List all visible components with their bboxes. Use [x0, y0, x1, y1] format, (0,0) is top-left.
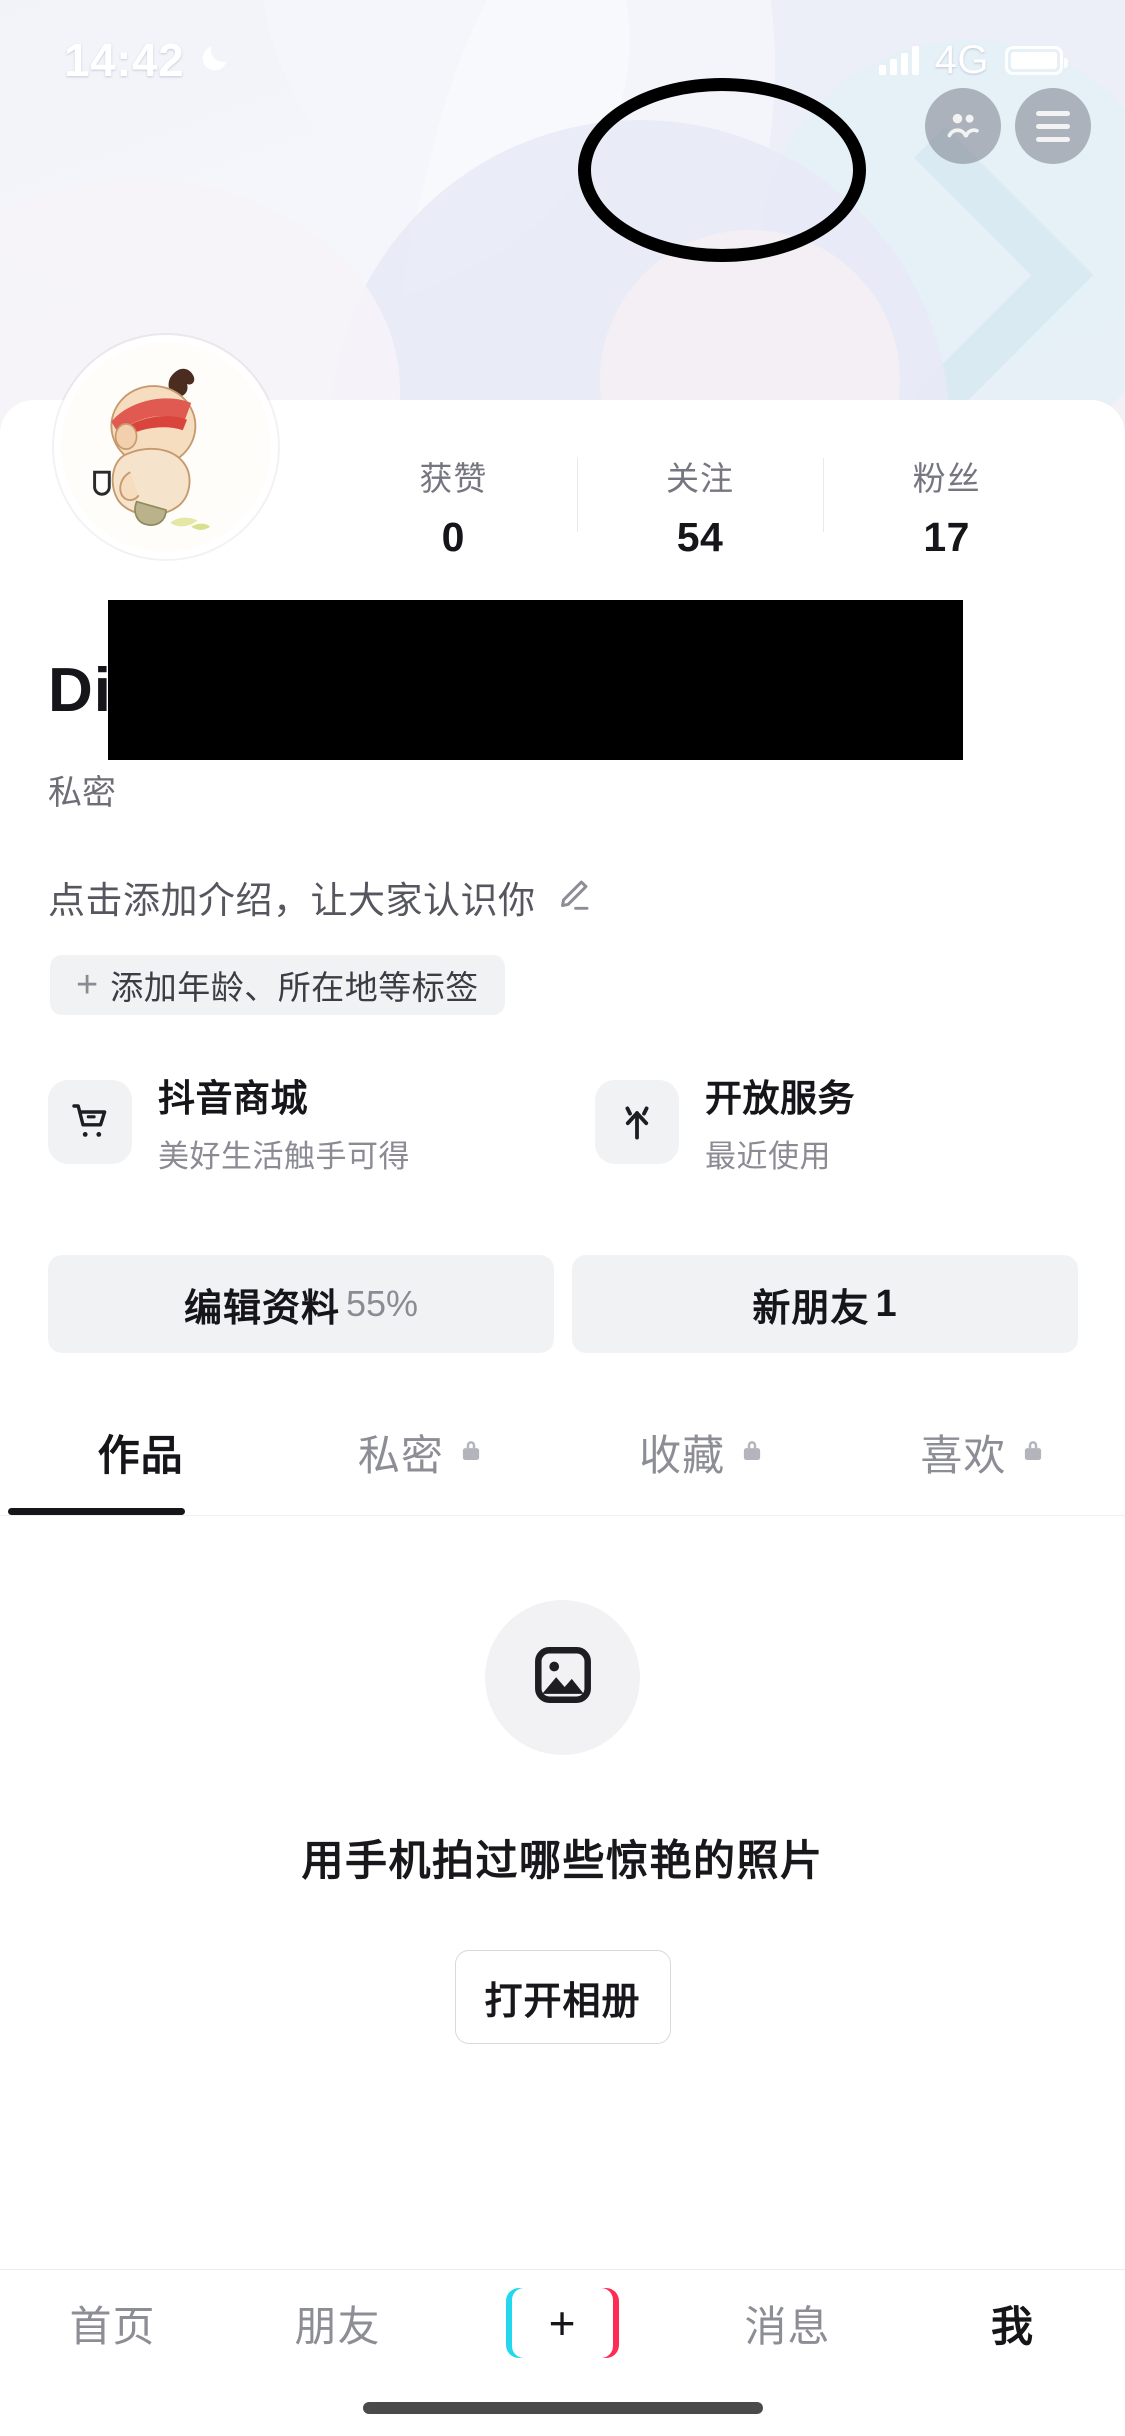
network-label: 4G: [934, 37, 989, 82]
service-text: 抖音商城 美好生活触手可得: [158, 1068, 410, 1176]
moon-icon: [198, 41, 232, 80]
add-friend-button[interactable]: [925, 88, 1001, 164]
plus-glyph: +: [548, 2297, 577, 2349]
service-text: 开放服务 最近使用: [705, 1068, 855, 1176]
profile-subline: 私密: [48, 774, 116, 812]
stat-value: 17: [923, 514, 970, 560]
stat-label: 粉丝: [912, 460, 981, 497]
empty-state: 用手机拍过哪些惊艳的照片 打开相册: [0, 1600, 1125, 2044]
service-card-open-services[interactable]: 开放服务 最近使用: [595, 1062, 1078, 1182]
lock-icon: [737, 1435, 767, 1470]
profile-nickname: Di: [48, 656, 112, 725]
avatar[interactable]: [54, 335, 278, 559]
cartoon-baby-avatar: [61, 342, 271, 552]
bio-row[interactable]: 点击添加介绍，让大家认识你: [48, 870, 594, 924]
nav-item-home[interactable]: 首页: [0, 2293, 225, 2354]
lock-icon: [1018, 1435, 1048, 1470]
profile-stats: 获赞 0 关注 54 粉丝 17: [330, 452, 1070, 572]
tabs-divider: [0, 1515, 1125, 1516]
empty-state-text: 用手机拍过哪些惊艳的照片: [301, 1837, 824, 1884]
service-subtitle: 最近使用: [705, 1139, 831, 1174]
douyin-star-icon: [595, 1080, 679, 1164]
tab-works[interactable]: 作品: [0, 1390, 281, 1515]
tab-private[interactable]: 私密: [281, 1390, 562, 1515]
header-actions: [925, 88, 1091, 164]
service-subtitle: 美好生活触手可得: [158, 1139, 410, 1174]
stat-value: 0: [441, 514, 465, 560]
nav-item-messages[interactable]: 消息: [675, 2293, 900, 2354]
profile-tabs: 作品 私密 收藏 喜欢: [0, 1390, 1125, 1515]
service-card-mall[interactable]: 抖音商城 美好生活触手可得: [48, 1062, 531, 1182]
redaction-bar: [108, 600, 963, 760]
stat-likes[interactable]: 获赞 0: [330, 452, 577, 561]
service-title: 开放服务: [705, 1078, 855, 1119]
phone-screen: 14:42 4G 获赞 0 关注 54 粉丝 17 Di 私密 点击添加介绍，让…: [0, 0, 1125, 2436]
nav-item-me[interactable]: 我: [900, 2293, 1125, 2354]
tab-label: 喜欢: [920, 1432, 1007, 1479]
edit-profile-button[interactable]: 编辑资料 55%: [48, 1255, 554, 1353]
new-friends-button[interactable]: 新朋友 1: [572, 1255, 1078, 1353]
stat-label: 获赞: [419, 460, 488, 497]
tab-likes[interactable]: 喜欢: [844, 1390, 1125, 1515]
empty-state-icon-circle: [485, 1600, 640, 1755]
tab-label: 私密: [357, 1432, 444, 1479]
tab-favorites[interactable]: 收藏: [563, 1390, 844, 1515]
open-album-button[interactable]: 打开相册: [454, 1950, 671, 2044]
stat-value: 54: [676, 514, 724, 560]
shopping-cart-icon: [48, 1080, 132, 1164]
battery-full-icon: [1005, 45, 1068, 75]
people-add-icon: [947, 113, 979, 138]
menu-button[interactable]: [1015, 88, 1091, 164]
status-bar-right: 4G: [878, 37, 1068, 83]
stat-following[interactable]: 关注 54: [576, 452, 824, 561]
new-friends-count: 1: [875, 1282, 898, 1325]
edit-profile-label: 编辑资料: [183, 1287, 340, 1330]
bio-placeholder: 点击添加介绍，让大家认识你: [48, 880, 536, 921]
stat-label: 关注: [666, 460, 734, 497]
nav-item-create[interactable]: +: [450, 2288, 675, 2358]
stat-followers[interactable]: 粉丝 17: [823, 452, 1070, 561]
add-tags-label: 添加年龄、所在地等标签: [110, 969, 479, 1006]
profile-action-buttons: 编辑资料 55% 新朋友 1: [48, 1255, 1078, 1353]
bottom-nav: 首页 朋友 + 消息 我: [0, 2270, 1125, 2376]
photo-image-icon: [524, 1636, 602, 1719]
plus-icon: +: [506, 2288, 619, 2358]
signal-bars-icon: [878, 45, 919, 75]
add-tags-chip[interactable]: + 添加年龄、所在地等标签: [50, 955, 505, 1015]
tab-label: 作品: [97, 1432, 184, 1479]
pencil-icon: [552, 874, 594, 921]
lock-icon: [456, 1435, 486, 1470]
hamburger-menu-icon: [1036, 110, 1070, 142]
plus-icon: +: [76, 964, 99, 1006]
service-cards: 抖音商城 美好生活触手可得 开放服务 最近使用: [48, 1062, 1078, 1182]
status-bar-left: 14:42: [64, 33, 232, 87]
tab-active-underline: [8, 1508, 185, 1515]
status-time: 14:42: [64, 34, 185, 86]
edit-profile-percent: 55%: [345, 1283, 419, 1324]
new-friends-label: 新朋友: [752, 1287, 870, 1330]
home-indicator: [362, 2402, 763, 2414]
nav-item-friends[interactable]: 朋友: [225, 2293, 450, 2354]
service-title: 抖音商城: [158, 1078, 308, 1119]
tab-label: 收藏: [639, 1432, 726, 1479]
